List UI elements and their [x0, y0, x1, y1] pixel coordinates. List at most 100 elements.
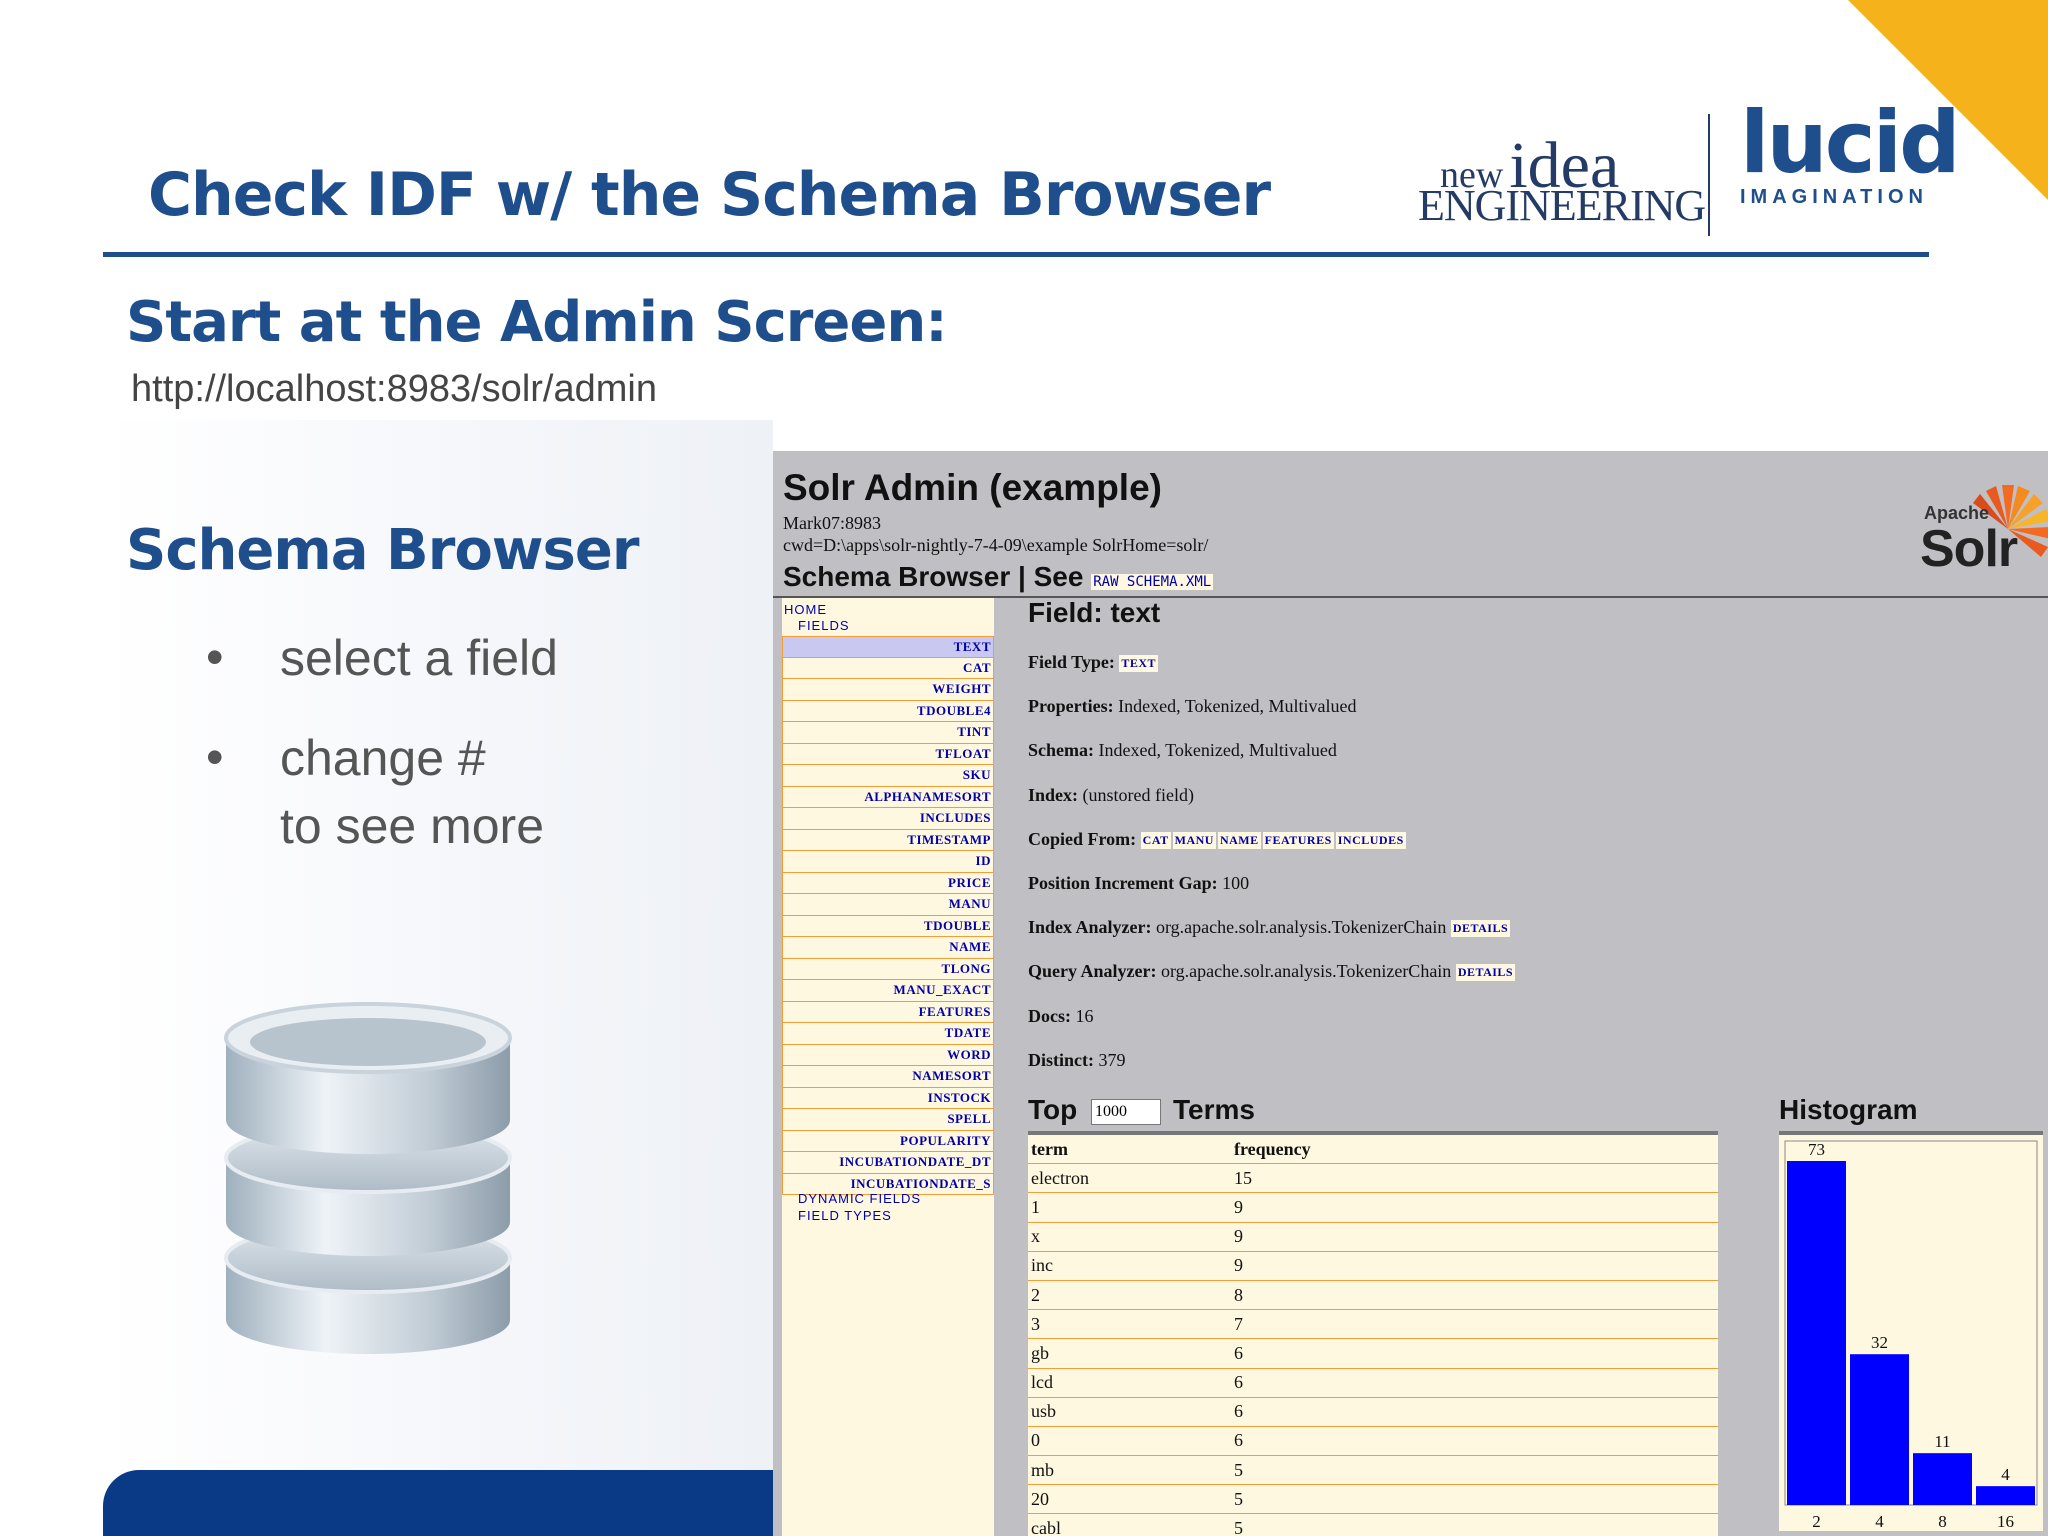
- apache-solr-logo: Apache Solr: [1848, 471, 2048, 581]
- schema-browser-heading: Schema Browser: [126, 518, 639, 583]
- term-cell: inc: [1031, 1255, 1053, 1276]
- sidebar-item-tint[interactable]: TINT: [782, 722, 994, 744]
- frequency-cell: 8: [1234, 1284, 1243, 1305]
- term-cell: lcd: [1031, 1372, 1053, 1393]
- table-row: lcd 6: [1028, 1369, 1718, 1398]
- terms-label: Terms: [1173, 1094, 1255, 1125]
- table-row: cabl 5: [1028, 1514, 1718, 1536]
- sidebar-item-name[interactable]: NAME: [782, 937, 994, 959]
- sidebar-item-features[interactable]: FEATURES: [782, 1001, 994, 1023]
- properties-value: Indexed, Tokenized, Multivalued: [1118, 696, 1357, 716]
- term-cell: x: [1031, 1226, 1040, 1247]
- schema-row: Schema: Indexed, Tokenized, Multivalued: [1028, 740, 1337, 761]
- sidebar-item-price[interactable]: PRICE: [782, 872, 994, 894]
- bullet-select-field: select a field: [280, 630, 558, 686]
- histogram-value-label: 73: [1808, 1140, 1825, 1159]
- index-analyzer-details-link[interactable]: DETAILS: [1450, 920, 1511, 938]
- footer-bar: [103, 1470, 803, 1536]
- histogram-bar-16: [1976, 1486, 2035, 1505]
- frequency-column-header: frequency: [1234, 1138, 1311, 1159]
- frequency-cell: 6: [1234, 1430, 1243, 1451]
- field-type-link[interactable]: TEXT: [1119, 655, 1159, 673]
- sidebar-item-tdouble[interactable]: TDOUBLE: [782, 915, 994, 937]
- sidebar-item-manu[interactable]: MANU: [782, 894, 994, 916]
- copied-from-row: Copied From: CAT MANU NAME FEATURES INCLUDES: [1028, 829, 1408, 850]
- table-row: x9: [1028, 1223, 1718, 1252]
- sidebar-item-alphanamesort[interactable]: ALPHANAMESORT: [782, 786, 994, 808]
- schema-label: Schema:: [1028, 740, 1094, 760]
- nav-field-types-link[interactable]: FIELD TYPES: [798, 1208, 892, 1223]
- sidebar-item-text[interactable]: TEXT: [782, 636, 994, 658]
- index-value: (unstored field): [1082, 785, 1194, 805]
- term-cell: 1: [1031, 1196, 1040, 1217]
- schema-nav-sidebar: HOME FIELDS TEXT CAT WEIGHT TDOUBLE4 TINT TFL…: [782, 598, 994, 1536]
- logo-lucid-word: lucid: [1740, 93, 1961, 193]
- admin-url: http://localhost:8983/solr/admin: [131, 368, 657, 410]
- solr-cwd: cwd=D:\apps\solr-nightly-7-4-09\example …: [783, 535, 1209, 555]
- sidebar-item-tfloat[interactable]: TFLOAT: [782, 743, 994, 765]
- histogram-bar-8: [1913, 1453, 1972, 1505]
- sidebar-item-tdouble4[interactable]: TDOUBLE4: [782, 700, 994, 722]
- sidebar-item-spell[interactable]: SPELL: [782, 1109, 994, 1131]
- copied-from-label: Copied From:: [1028, 829, 1137, 849]
- frequency-cell: 5: [1234, 1488, 1243, 1509]
- logo-divider: [1708, 114, 1710, 236]
- sidebar-item-includes[interactable]: INCLUDES: [782, 808, 994, 830]
- sidebar-item-manu-exact[interactable]: MANU_EXACT: [782, 980, 994, 1002]
- docs-value: 16: [1075, 1006, 1094, 1026]
- table-row: inc 9: [1028, 1252, 1718, 1281]
- lucid-imagination-logo: lucid IMAGINATION: [1740, 93, 1961, 209]
- nav-fields-link[interactable]: FIELDS: [798, 618, 850, 633]
- query-analyzer-details-link[interactable]: DETAILS: [1455, 964, 1516, 982]
- table-row: 28: [1028, 1281, 1718, 1311]
- frequency-cell: 6: [1234, 1372, 1243, 1393]
- sidebar-item-tdate[interactable]: TDATE: [782, 1023, 994, 1045]
- sidebar-item-popularity[interactable]: POPULARITY: [782, 1130, 994, 1152]
- sidebar-item-id[interactable]: ID: [782, 851, 994, 873]
- top-terms-count-input[interactable]: 1000: [1091, 1099, 1161, 1125]
- sidebar-item-word[interactable]: WORD: [782, 1044, 994, 1066]
- top-label: Top: [1028, 1094, 1078, 1125]
- bullet-glyph: •: [206, 729, 224, 785]
- table-row: electron 15: [1028, 1164, 1718, 1194]
- frequency-cell: 9: [1234, 1255, 1243, 1276]
- bullet-change-number: change # to see more: [280, 730, 545, 854]
- histogram-title: Histogram: [1779, 1094, 1918, 1125]
- copied-from-link-cat[interactable]: CAT: [1140, 832, 1171, 850]
- histogram-chart: 73 2 32 4 11 8 4 16: [1784, 1140, 2038, 1531]
- table-row: usb 6: [1028, 1398, 1718, 1427]
- index-analyzer-label: Index Analyzer:: [1028, 917, 1152, 937]
- raw-schema-link[interactable]: RAW SCHEMA.XML: [1091, 574, 1214, 590]
- sidebar-item-timestamp[interactable]: TIMESTAMP: [782, 829, 994, 851]
- table-row: 37: [1028, 1310, 1718, 1340]
- nav-home-link[interactable]: HOME: [784, 602, 827, 617]
- term-cell: 2: [1031, 1284, 1040, 1305]
- solr-host: Mark07:8983: [783, 513, 881, 533]
- sidebar-item-cat[interactable]: CAT: [782, 657, 994, 679]
- frequency-cell: 6: [1234, 1342, 1243, 1363]
- sidebar-item-incubationdate-dt[interactable]: INCUBATIONDATE_DT: [782, 1152, 994, 1174]
- field-heading: Field: text: [1028, 597, 1161, 628]
- position-increment-gap-value: 100: [1222, 873, 1250, 893]
- field-type-row: Field Type: TEXT: [1028, 652, 1160, 673]
- copied-from-link-includes[interactable]: INCLUDES: [1335, 832, 1406, 850]
- sidebar-item-instock[interactable]: INSTOCK: [782, 1087, 994, 1109]
- table-row: mb 5: [1028, 1456, 1718, 1486]
- distinct-row: Distinct: 379: [1028, 1050, 1126, 1071]
- histogram-value-label: 11: [1934, 1432, 1950, 1451]
- position-increment-gap-label: Position Increment Gap:: [1028, 873, 1218, 893]
- query-analyzer-row: Query Analyzer: org.apache.solr.analysis…: [1028, 961, 1517, 982]
- copied-from-link-manu[interactable]: MANU: [1172, 832, 1216, 850]
- table-row: 06: [1028, 1427, 1718, 1457]
- new-idea-engineering-logo: newidea ENGINEERING: [1410, 128, 1706, 230]
- sidebar-item-weight[interactable]: WEIGHT: [782, 679, 994, 701]
- properties-label: Properties:: [1028, 696, 1114, 716]
- sidebar-item-sku[interactable]: SKU: [782, 765, 994, 787]
- nav-dynamic-fields-link[interactable]: DYNAMIC FIELDS: [798, 1191, 921, 1206]
- field-list: TEXT CAT WEIGHT TDOUBLE4 TINT TFLOAT SKU ALPHAN…: [782, 636, 994, 1195]
- solr-admin-title: Solr Admin (example): [783, 467, 1162, 508]
- copied-from-link-name[interactable]: NAME: [1217, 832, 1261, 850]
- sidebar-item-namesort[interactable]: NAMESORT: [782, 1066, 994, 1088]
- sidebar-item-tlong[interactable]: TLONG: [782, 958, 994, 980]
- copied-from-link-features[interactable]: FEATURES: [1262, 832, 1334, 850]
